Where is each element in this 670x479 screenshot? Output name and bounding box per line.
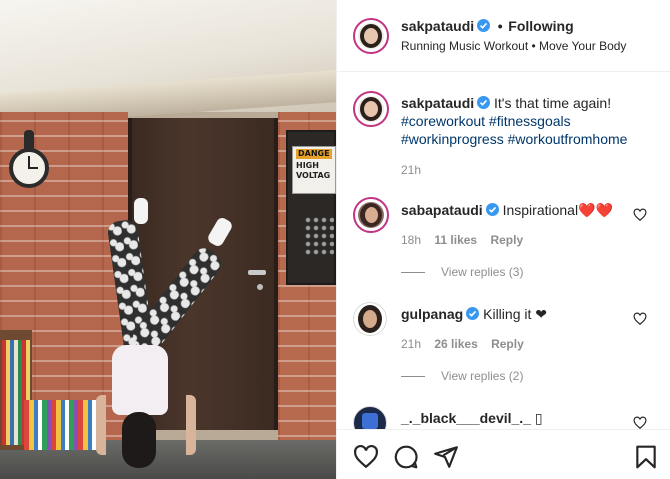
person-shoe-left xyxy=(134,198,148,224)
avatar-image xyxy=(358,202,384,228)
avatar-image xyxy=(358,23,384,49)
clock-bracket xyxy=(24,130,34,150)
comment-body: ▯ xyxy=(534,410,543,426)
avatar-face xyxy=(364,101,378,117)
door-lock xyxy=(257,284,263,290)
keypad xyxy=(304,216,334,256)
comment-text: gulpanag Killing it ❤ xyxy=(401,305,663,323)
comment-likes[interactable]: 26 likes xyxy=(434,337,477,351)
caption-avatar[interactable] xyxy=(353,91,389,127)
comment-username[interactable]: gulpanag xyxy=(401,306,463,322)
caption-hashtags-line1[interactable]: #coreworkout #fitnessgoals xyxy=(401,113,571,129)
comment-body: Inspirational❤️❤️ xyxy=(502,202,613,218)
post-side-panel: sakpataudi • Following Running Music Wor… xyxy=(336,0,670,479)
replies-divider xyxy=(401,272,425,274)
caption-hashtags-line2[interactable]: #workinprogress #workoutfromhome xyxy=(401,131,627,147)
author-avatar[interactable] xyxy=(353,18,389,54)
share-icon[interactable] xyxy=(433,444,459,470)
comment-meta: 21h 26 likes Reply xyxy=(401,337,534,351)
avatar-image xyxy=(358,96,384,122)
audio-link[interactable]: Running Music Workout • Move Your Body xyxy=(401,38,663,54)
person-torso xyxy=(112,345,168,415)
comment-likes[interactable]: 11 likes xyxy=(434,233,477,247)
author-username[interactable]: sakpataudi xyxy=(401,18,474,34)
comment-username[interactable]: _._black___devil_._ xyxy=(401,410,531,426)
verified-badge-icon xyxy=(477,96,491,109)
view-replies-label: View replies (2) xyxy=(441,369,524,383)
post-video[interactable]: DANGE HIGH VOLTAG xyxy=(0,0,336,479)
danger-sign-line2: VOLTAG xyxy=(296,171,331,180)
post-header: sakpataudi • Following Running Music Wor… xyxy=(337,0,670,72)
like-comment-heart-icon[interactable] xyxy=(633,208,647,222)
comment-text: sabapataudi Inspirational❤️❤️ xyxy=(401,201,663,219)
danger-sign: DANGE HIGH VOLTAG xyxy=(292,146,336,194)
clock-hand xyxy=(28,167,38,169)
danger-sign-tag: DANGE xyxy=(296,149,332,159)
view-replies-button[interactable]: View replies (3) xyxy=(401,265,523,279)
avatar-face xyxy=(363,310,377,328)
avatar-face xyxy=(365,207,378,223)
comment-icon[interactable] xyxy=(393,444,419,470)
avatar-face xyxy=(364,28,378,44)
like-comment-heart-icon[interactable] xyxy=(633,312,647,326)
verified-badge-icon xyxy=(466,307,480,320)
comment-username[interactable]: sabapataudi xyxy=(401,202,483,218)
bookmark-icon[interactable] xyxy=(633,444,659,470)
comment-text: _._black___devil_._ ▯ xyxy=(401,409,663,427)
caption-meta: 21h xyxy=(401,163,431,177)
person-head xyxy=(122,412,156,468)
danger-sign-line1: HIGH xyxy=(296,161,319,170)
verified-badge-icon xyxy=(477,19,491,32)
header-separator: • xyxy=(497,18,503,34)
view-replies-label: View replies (3) xyxy=(441,265,524,279)
view-replies-button[interactable]: View replies (2) xyxy=(401,369,523,383)
caption-text: sakpataudi It's that time again! #corewo… xyxy=(401,94,663,148)
comment-time[interactable]: 21h xyxy=(401,337,421,351)
instagram-post: DANGE HIGH VOLTAG sakpataudi • Following… xyxy=(0,0,670,479)
comment-meta: 18h 11 likes Reply xyxy=(401,233,533,247)
caption-body: It's that time again! xyxy=(494,95,612,111)
comment-avatar[interactable] xyxy=(353,406,387,429)
header-text: sakpataudi • Following Running Music Wor… xyxy=(401,17,663,54)
avatar-image xyxy=(362,413,378,429)
following-button[interactable]: Following xyxy=(508,18,573,34)
book-stack xyxy=(24,400,98,450)
post-actions-bar xyxy=(337,429,670,479)
comment-avatar[interactable] xyxy=(353,302,387,336)
reply-button[interactable]: Reply xyxy=(491,337,524,351)
heart-icon[interactable] xyxy=(353,444,379,470)
like-comment-heart-icon[interactable] xyxy=(633,416,647,429)
caption-time[interactable]: 21h xyxy=(401,163,421,177)
door-handle xyxy=(248,270,266,275)
reply-button[interactable]: Reply xyxy=(490,233,523,247)
caption-username[interactable]: sakpataudi xyxy=(401,95,474,111)
comments-list[interactable]: sakpataudi It's that time again! #corewo… xyxy=(337,73,670,429)
header-line: sakpataudi • Following xyxy=(401,17,663,35)
verified-badge-icon xyxy=(485,203,499,216)
comment-time[interactable]: 18h xyxy=(401,233,421,247)
comment-avatar[interactable] xyxy=(353,197,389,233)
replies-divider xyxy=(401,376,425,378)
comment-body: Killing it ❤ xyxy=(483,306,547,322)
